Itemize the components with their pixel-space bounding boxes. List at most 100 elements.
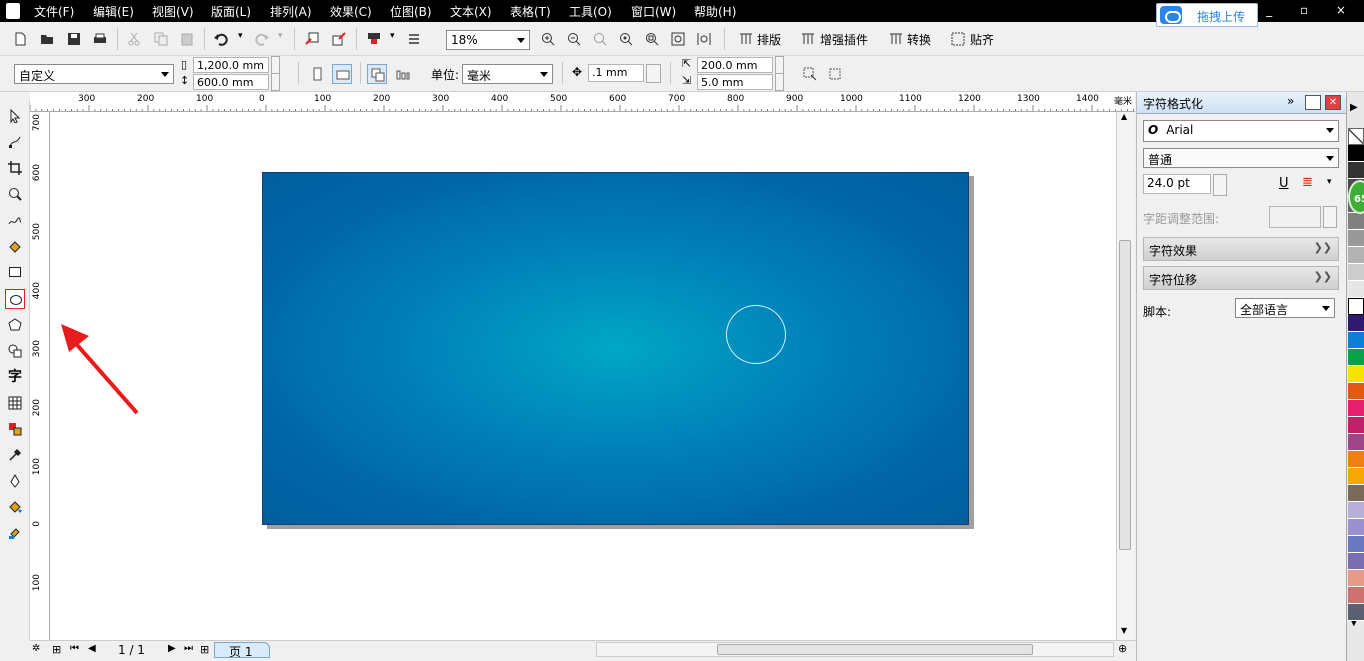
redo-button[interactable] <box>252 29 272 49</box>
zoom-all-button[interactable] <box>616 29 636 49</box>
snap-options-button[interactable] <box>825 64 845 84</box>
color-swatch[interactable] <box>1348 519 1364 536</box>
font-size-field[interactable]: 24.0 pt <box>1143 174 1211 194</box>
landscape-button[interactable] <box>332 64 352 84</box>
blue-gradient-rectangle[interactable] <box>262 172 969 525</box>
horizontal-ruler[interactable]: 300 200 100 0 100 200 300 400 500 600 70… <box>30 92 1135 112</box>
color-swatch[interactable] <box>1348 247 1364 264</box>
pick-tool-button[interactable] <box>5 106 25 126</box>
new-button[interactable] <box>10 29 30 49</box>
script-dropdown[interactable]: 全部语言 <box>1235 298 1335 318</box>
color-swatch[interactable] <box>1348 587 1364 604</box>
smart-fill-tool-button[interactable] <box>5 236 25 256</box>
color-swatch[interactable] <box>1348 417 1364 434</box>
open-button[interactable] <box>37 29 57 49</box>
menu-layout[interactable]: 版面(L) <box>211 3 251 20</box>
color-swatch[interactable] <box>1348 400 1364 417</box>
print-button[interactable] <box>90 29 110 49</box>
character-effects-group[interactable]: 字符效果 ❯❯ <box>1143 237 1339 261</box>
previous-page-icon[interactable]: ◀ <box>88 643 96 654</box>
paste-button[interactable] <box>177 29 197 49</box>
scroll-down-icon[interactable]: ▼ <box>1121 626 1127 635</box>
interactive-fill-tool-button[interactable] <box>5 523 25 543</box>
menu-text[interactable]: 文本(X) <box>450 3 492 20</box>
rectangle-tool-button[interactable] <box>5 262 25 282</box>
table-tool-button[interactable] <box>5 393 25 413</box>
color-swatch[interactable] <box>1348 553 1364 570</box>
menu-help[interactable]: 帮助(H) <box>694 3 736 20</box>
menu-view[interactable]: 视图(V) <box>152 3 194 20</box>
kerning-spinner[interactable] <box>1323 206 1337 228</box>
all-pages-button[interactable] <box>367 64 387 84</box>
color-swatch[interactable] <box>1348 536 1364 553</box>
horizontal-scroll-thumb[interactable] <box>717 644 1033 655</box>
ellipse-object[interactable] <box>726 305 786 364</box>
font-family-dropdown[interactable]: O Arial <box>1143 120 1339 142</box>
color-swatch[interactable] <box>1348 604 1364 621</box>
zoom-height-button[interactable] <box>694 29 714 49</box>
duplicate-y-field[interactable]: 5.0 mm <box>697 74 773 90</box>
upload-button[interactable]: 拖拽上传 <box>1156 3 1258 27</box>
add-page-after-icon[interactable]: ⊞ <box>200 643 209 656</box>
menu-file[interactable]: 文件(F) <box>34 3 74 20</box>
color-swatch[interactable] <box>1348 349 1364 366</box>
window-controls[interactable]: _ ▫ × <box>1266 3 1358 17</box>
zoom-level-dropdown[interactable]: 18% <box>446 30 530 50</box>
units-dropdown[interactable]: 毫米 <box>462 64 553 84</box>
font-style-dropdown[interactable]: 普通 <box>1143 148 1339 168</box>
duplicate-x-field[interactable]: 200.0 mm <box>697 57 773 73</box>
color-swatch[interactable] <box>1348 468 1364 485</box>
character-offset-group[interactable]: 字符位移 ❯❯ <box>1143 266 1339 290</box>
polygon-tool-button[interactable] <box>5 315 25 335</box>
export-button[interactable] <box>329 29 349 49</box>
next-page-icon[interactable]: ▶ <box>168 643 176 654</box>
color-swatch[interactable] <box>1348 315 1364 332</box>
import-button[interactable] <box>302 29 322 49</box>
save-button[interactable] <box>64 29 84 49</box>
interactive-tool-button[interactable] <box>5 419 25 439</box>
zoom-navigator-icon[interactable]: ⊕ <box>1118 642 1127 655</box>
strikethrough-icon[interactable]: ≣ <box>1302 175 1313 190</box>
color-swatch[interactable] <box>1348 298 1364 315</box>
text-tool-button[interactable]: 字 <box>5 367 25 387</box>
eyedropper-tool-button[interactable] <box>5 445 25 465</box>
crop-tool-button[interactable] <box>5 158 25 178</box>
launcher-button[interactable] <box>364 29 384 49</box>
vertical-scrollbar[interactable]: ▲ ▼ <box>1116 112 1134 640</box>
color-swatch[interactable] <box>1348 502 1364 519</box>
nudge-distance-field[interactable]: .1 mm <box>588 64 644 82</box>
vertical-scroll-thumb[interactable] <box>1119 240 1131 550</box>
expand-docker-icon[interactable]: » <box>1287 94 1294 108</box>
menu-edit[interactable]: 编辑(E) <box>93 3 134 20</box>
zoom-out-button[interactable] <box>564 29 584 49</box>
color-swatch[interactable] <box>1348 451 1364 468</box>
color-swatch[interactable] <box>1348 366 1364 383</box>
undo-dropdown-icon[interactable]: ▾ <box>238 31 243 41</box>
color-swatch[interactable] <box>1348 213 1364 230</box>
vertical-ruler[interactable]: 700 600 500 400 300 200 100 0 100 <box>30 112 50 640</box>
minimize-docker-icon[interactable] <box>1305 95 1321 110</box>
kerning-field[interactable] <box>1269 206 1321 228</box>
menu-arrange[interactable]: 排列(A) <box>270 3 312 20</box>
zoom-page-button[interactable] <box>642 29 662 49</box>
page-width-spinner[interactable] <box>271 56 280 74</box>
menu-bitmaps[interactable]: 位图(B) <box>390 3 432 20</box>
color-swatch[interactable] <box>1348 145 1364 162</box>
welcome-button[interactable] <box>404 29 424 49</box>
freehand-tool-button[interactable] <box>5 210 25 230</box>
redo-dropdown-icon[interactable]: ▾ <box>278 31 283 41</box>
last-page-icon[interactable]: ⏭ <box>184 643 193 654</box>
basic-shapes-tool-button[interactable] <box>5 341 25 361</box>
portrait-button[interactable] <box>307 64 327 84</box>
cut-button[interactable] <box>124 29 144 49</box>
underline-icon[interactable]: U <box>1279 176 1289 191</box>
page-tab[interactable]: 页 1 <box>214 642 270 659</box>
launcher-dropdown-icon[interactable]: ▾ <box>390 31 395 41</box>
first-page-icon[interactable]: ⏮ <box>70 643 79 654</box>
snap-plugin-button[interactable]: 贴齐 <box>970 31 994 48</box>
page-width-field[interactable]: 1,200.0 mm <box>193 57 269 73</box>
color-swatch[interactable] <box>1348 264 1364 281</box>
menu-tools[interactable]: 工具(O) <box>569 3 612 20</box>
horizontal-scrollbar[interactable] <box>596 642 1114 657</box>
color-swatch[interactable] <box>1348 162 1364 179</box>
